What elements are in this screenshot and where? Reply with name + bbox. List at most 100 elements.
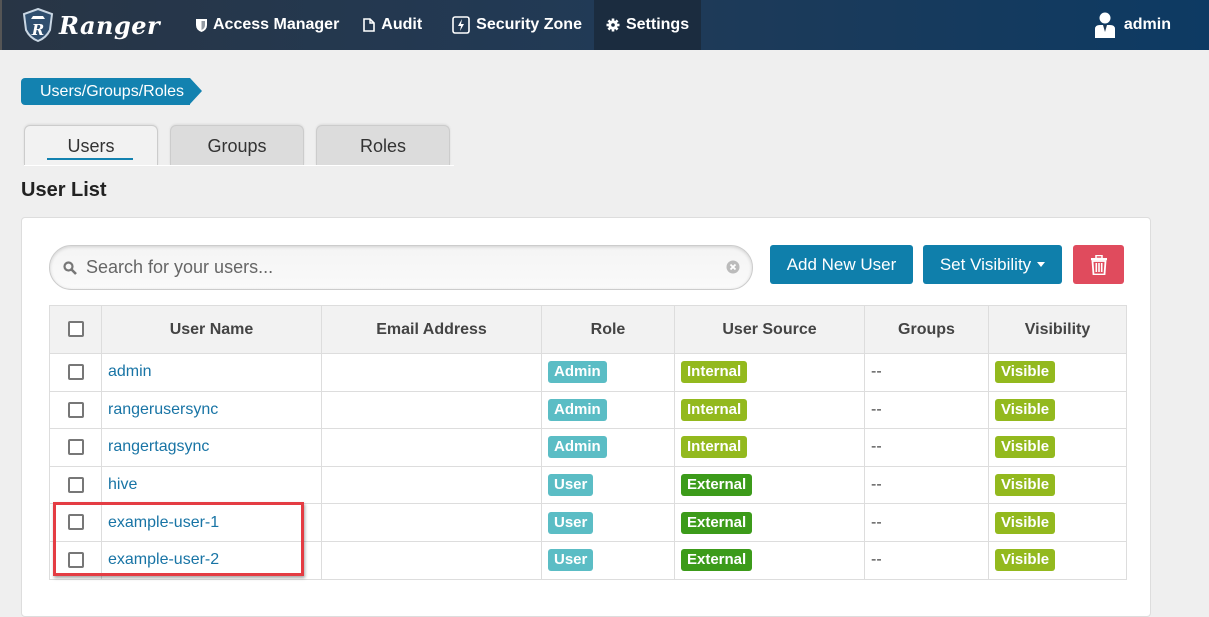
- username: admin: [1123, 16, 1171, 33]
- nav-label: Access Manager: [213, 16, 340, 33]
- user-source-badge: Internal: [681, 361, 748, 384]
- row-checkbox[interactable]: [67, 439, 84, 456]
- col-groups[interactable]: Groups: [864, 305, 989, 354]
- user-menu[interactable]: admin: [1094, 0, 1171, 50]
- col-role[interactable]: Role: [541, 305, 675, 354]
- nav-label: Audit: [381, 16, 423, 33]
- role-badge: Admin: [548, 398, 607, 421]
- row-checkbox[interactable]: [67, 552, 84, 569]
- breadcrumb-item[interactable]: Users/Groups/Roles: [21, 78, 203, 105]
- visibility-cell: Visible: [988, 503, 1127, 542]
- user-source-badge: Internal: [681, 436, 748, 459]
- svg-text:R: R: [31, 21, 44, 39]
- users-table: User Name Email Address Role User Source…: [49, 305, 1127, 580]
- email-cell: [321, 465, 542, 505]
- user-source-badge: External: [681, 549, 753, 572]
- tab-users[interactable]: Users: [24, 125, 158, 166]
- visibility-cell: Visible: [988, 390, 1127, 430]
- set-visibility-dropdown[interactable]: Set Visibility: [923, 245, 1062, 284]
- groups-cell: --: [864, 465, 989, 505]
- role-cell: Admin: [541, 428, 675, 467]
- top-navbar: R Ranger Access Manager Audit Security Z…: [0, 0, 1209, 50]
- user-name-link[interactable]: example-user-1: [108, 514, 219, 531]
- add-new-user-button[interactable]: Add New User: [770, 245, 913, 284]
- row-checkbox[interactable]: [67, 476, 84, 493]
- tabs-divider: [24, 165, 454, 166]
- nav-security-zone[interactable]: Security Zone: [440, 0, 594, 50]
- role-cell: User: [541, 465, 675, 505]
- brand[interactable]: R Ranger: [22, 8, 182, 42]
- clear-search-icon[interactable]: [726, 260, 740, 274]
- row-select-cell: [49, 353, 102, 392]
- ranger-logo-icon: R: [22, 8, 54, 42]
- nav-settings[interactable]: Settings: [593, 0, 702, 50]
- user-name-cell: rangerusersync: [101, 390, 322, 430]
- email-cell: [321, 540, 542, 580]
- select-all-checkbox[interactable]: [67, 321, 84, 338]
- user-name-cell: example-user-1: [101, 503, 322, 542]
- col-user-source[interactable]: User Source: [674, 305, 865, 354]
- visibility-cell: Visible: [988, 353, 1127, 392]
- user-name-link[interactable]: hive: [108, 476, 137, 493]
- role-cell: Admin: [541, 390, 675, 430]
- visibility-badge: Visible: [995, 511, 1056, 534]
- row-checkbox[interactable]: [67, 364, 84, 381]
- shield-icon: [196, 18, 207, 32]
- search-box[interactable]: [49, 245, 753, 290]
- role-cell: User: [541, 503, 675, 542]
- groups-cell: --: [864, 353, 989, 392]
- row-select-cell: [49, 428, 102, 467]
- user-source-cell: External: [674, 503, 865, 542]
- role-badge: Admin: [548, 436, 607, 459]
- email-cell: [321, 353, 542, 392]
- row-checkbox[interactable]: [67, 514, 84, 531]
- col-email[interactable]: Email Address: [321, 305, 542, 354]
- user-name-link[interactable]: example-user-2: [108, 551, 219, 568]
- user-name-cell: hive: [101, 465, 322, 505]
- groups-cell: --: [864, 503, 989, 542]
- user-source-cell: External: [674, 540, 865, 580]
- user-name-cell: rangertagsync: [101, 428, 322, 467]
- row-checkbox[interactable]: [67, 401, 84, 418]
- visibility-badge: Visible: [995, 474, 1056, 497]
- user-source-cell: Internal: [674, 353, 865, 392]
- nav-access-manager[interactable]: Access Manager: [184, 0, 351, 50]
- breadcrumb: Users/Groups/Roles: [21, 78, 203, 105]
- visibility-badge: Visible: [995, 549, 1056, 572]
- delete-button[interactable]: [1073, 245, 1124, 284]
- set-visibility-label: Set Visibility: [939, 254, 1032, 274]
- user-name-link[interactable]: rangerusersync: [108, 401, 218, 418]
- groups-cell: --: [864, 428, 989, 467]
- table-row: example-user-2 User External -- Visible: [49, 540, 1127, 580]
- visibility-badge: Visible: [995, 398, 1056, 421]
- user-source-cell: External: [674, 465, 865, 505]
- role-cell: User: [541, 540, 675, 580]
- user-list-panel: Add New User Set Visibility User Name Em…: [21, 217, 1151, 617]
- user-name-link[interactable]: admin: [108, 363, 152, 380]
- row-select-cell: [49, 540, 102, 580]
- table-row: rangertagsync Admin Internal -- Visible: [49, 428, 1127, 467]
- select-all-cell: [49, 305, 102, 354]
- user-name-link[interactable]: rangertagsync: [108, 438, 209, 455]
- nav-label: Security Zone: [476, 16, 582, 33]
- role-badge: Admin: [548, 361, 607, 384]
- visibility-badge: Visible: [995, 436, 1056, 459]
- search-input[interactable]: [84, 256, 704, 279]
- row-select-cell: [49, 503, 102, 542]
- email-cell: [321, 503, 542, 542]
- col-user-name[interactable]: User Name: [101, 305, 322, 354]
- groups-cell: --: [864, 540, 989, 580]
- row-select-cell: [49, 465, 102, 505]
- col-visibility[interactable]: Visibility: [988, 305, 1127, 354]
- user-source-badge: External: [681, 474, 753, 497]
- user-source-cell: Internal: [674, 390, 865, 430]
- add-new-user-label: Add New User: [786, 254, 897, 274]
- nav-audit[interactable]: Audit: [351, 0, 434, 50]
- visibility-cell: Visible: [988, 540, 1127, 580]
- tab-groups[interactable]: Groups: [170, 125, 304, 166]
- email-cell: [321, 390, 542, 430]
- role-badge: User: [548, 474, 594, 497]
- tab-roles[interactable]: Roles: [316, 125, 450, 166]
- gear-icon: [606, 18, 620, 32]
- visibility-cell: Visible: [988, 428, 1127, 467]
